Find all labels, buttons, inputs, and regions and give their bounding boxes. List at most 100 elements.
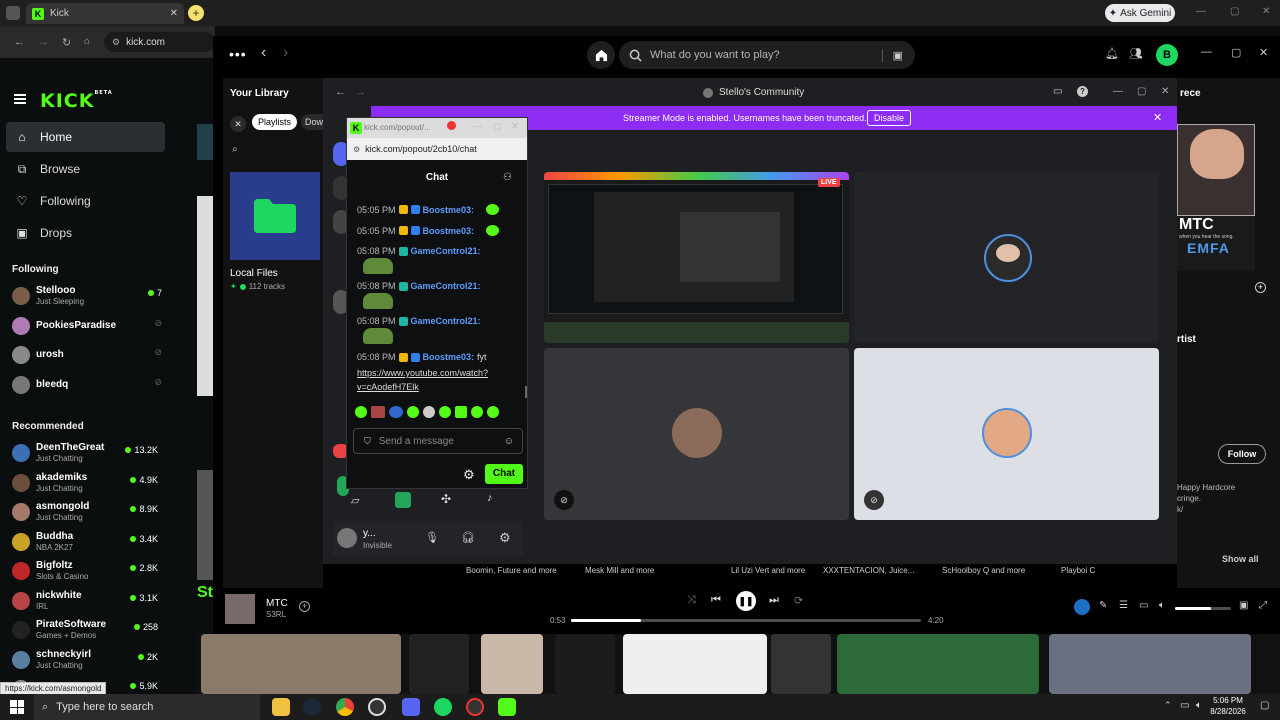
previous-icon[interactable]: ⏮︎ [711, 594, 721, 607]
miniplayer-icon[interactable]: ▣ [1239, 600, 1248, 611]
emote-icon[interactable] [407, 406, 419, 418]
next-icon[interactable]: ⏭︎ [769, 594, 779, 607]
stream-tile[interactable]: LIVE [544, 172, 849, 343]
track-title[interactable]: MTC [266, 598, 288, 609]
chat-message[interactable]: 05:08 PM GameControl21: [357, 246, 484, 256]
self-avatar[interactable] [337, 528, 357, 548]
show-all-link[interactable]: Show all [1222, 554, 1259, 564]
recommended-channel[interactable]: akademiks Just Chatting 4.9K [12, 470, 162, 496]
chat-username[interactable]: Boostme03: [423, 226, 475, 236]
window-maximize-icon[interactable]: ▢ [1230, 6, 1239, 17]
chat-username[interactable]: GameControl21: [411, 316, 481, 326]
recommended-channel[interactable]: Buddha NBA 2K27 3.4K [12, 529, 162, 555]
help-icon[interactable]: ? [1077, 86, 1088, 97]
pause-button[interactable]: ❚❚ [736, 591, 756, 611]
browser-menu-icon[interactable] [6, 6, 20, 20]
notification-icon[interactable]: ▢ [1260, 700, 1269, 711]
album-art[interactable] [225, 594, 255, 624]
activity-icon[interactable] [395, 492, 411, 508]
library-title[interactable]: Your Library [230, 88, 289, 99]
fullscreen-icon[interactable]: ⤢ [1259, 600, 1267, 611]
participant-tile[interactable]: ⊘ [854, 348, 1159, 520]
windows-start-icon[interactable] [10, 700, 24, 714]
recommended-channel[interactable]: PirateSoftware Games + Demos 258 [12, 617, 162, 643]
dc-forward-icon[interactable]: → [355, 86, 366, 98]
chat-settings-icon[interactable]: ⚙ [463, 467, 475, 483]
nav-back-icon[interactable]: ‹ [261, 44, 266, 62]
chat-message[interactable]: 05:08 PM GameControl21: [357, 316, 484, 326]
dc-back-icon[interactable]: ← [335, 86, 346, 98]
back-icon[interactable]: ← [14, 36, 25, 48]
self-name[interactable]: y... [363, 528, 376, 539]
emote-icon[interactable] [389, 406, 403, 418]
chat-username[interactable]: Boostme03: [423, 205, 475, 215]
recommended-channel[interactable]: DeenTheGreat Just Chatting 13.2K [12, 440, 162, 466]
chat-username[interactable]: Boostme03: [423, 352, 475, 362]
artist-mix-label[interactable]: Lil Uzi Vert and more [731, 566, 805, 575]
following-channel[interactable]: PookiesParadise ⊘ [12, 313, 162, 339]
send-chat-button[interactable]: Chat [485, 464, 523, 484]
stream-thumbnail[interactable] [837, 634, 1039, 694]
friend-activity-icon[interactable]: 👥︎ [1129, 47, 1143, 60]
following-channel[interactable]: Stellooo Just Sleeping 7 [12, 283, 162, 309]
repeat-icon[interactable]: ⟳ [794, 594, 803, 607]
reload-icon[interactable]: ↻ [62, 36, 71, 49]
stream-thumbnail[interactable] [1049, 634, 1251, 694]
follow-button[interactable]: Follow [1218, 444, 1266, 464]
window-minimize-icon[interactable]: — [1196, 6, 1206, 17]
clock-date[interactable]: 8/28/2026 [1204, 707, 1252, 716]
stream-thumbnail[interactable] [201, 634, 401, 694]
chat-username[interactable]: GameControl21: [411, 281, 481, 291]
spotify-home-button[interactable] [587, 41, 615, 69]
mtc-thumbnail[interactable] [1177, 124, 1255, 216]
stream-thumbnail[interactable] [409, 634, 469, 694]
spotify-search[interactable]: What do you want to play? ▣ [619, 41, 915, 69]
forward-icon[interactable]: → [38, 36, 49, 48]
user-avatar[interactable]: B [1156, 44, 1178, 66]
emote-icon[interactable] [371, 406, 385, 418]
network-icon[interactable]: ▭ [1180, 700, 1189, 711]
emote-icon[interactable] [455, 406, 467, 418]
emote-icon[interactable] [355, 406, 367, 418]
file-explorer-icon[interactable] [272, 698, 290, 716]
popup-close-icon[interactable]: ✕ [511, 121, 519, 132]
taskbar-search[interactable]: ⌕ Type here to search [34, 694, 260, 720]
emote-icon[interactable] [471, 406, 483, 418]
address-bar[interactable]: ⚙ kick.com [104, 32, 215, 52]
browser-home-icon[interactable]: ⌂ [84, 36, 90, 47]
shuffle-icon[interactable]: ⤨ [687, 594, 696, 607]
chat-message[interactable]: 05:08 PM Boostme03: fyt [357, 352, 487, 362]
site-info-icon[interactable]: ⚙ [353, 145, 360, 154]
nav-browse[interactable]: ⧉ Browse [6, 154, 165, 184]
kick-app-icon[interactable] [498, 698, 516, 716]
hamburger-icon[interactable] [14, 94, 26, 104]
clock-time[interactable]: 5:06 PM [1208, 696, 1248, 705]
lyrics-icon[interactable]: ✎ [1099, 600, 1107, 611]
artist-mix-label[interactable]: Mesk Mill and more [585, 566, 654, 575]
stream-thumbnail[interactable] [771, 634, 831, 694]
banner-close-icon[interactable]: ✕ [1153, 111, 1162, 124]
chat-input[interactable]: ⛉ Send a message ☺ [353, 428, 523, 454]
following-channel[interactable]: urosh ⊘ [12, 342, 162, 368]
inbox-icon[interactable]: ▭ [1053, 86, 1062, 97]
chat-link[interactable]: https://www.youtube.com/watch? v=cAodefH7… [357, 366, 488, 394]
recommended-channel[interactable]: Bigfoltz Slots & Casino 2.8K [12, 558, 162, 584]
progress-bar[interactable] [571, 619, 921, 622]
site-info-icon[interactable]: ⚙ [112, 37, 120, 48]
emote-icon[interactable] [487, 406, 499, 418]
dc-maximize-icon[interactable]: ▢ [1137, 86, 1146, 97]
artist-mix-label[interactable]: ScHoolboy Q and more [942, 566, 1025, 575]
emote-icon[interactable] [423, 406, 435, 418]
apps-icon[interactable]: ✣ [441, 492, 451, 506]
local-files-cover[interactable] [230, 172, 320, 260]
kick-logo[interactable]: KICKBETA [40, 90, 113, 112]
library-search-icon[interactable]: ⌕ [232, 144, 238, 155]
popup-url-bar[interactable]: ⚙ kick.com/popout/2cb10/chat [347, 138, 527, 160]
ask-gemini-button[interactable]: ✦ Ask Gemini [1105, 4, 1175, 22]
more-options-icon[interactable]: ••• [229, 46, 247, 62]
dc-close-icon[interactable]: ✕ [1161, 86, 1169, 97]
add-to-liked-icon[interactable]: + [299, 601, 310, 612]
now-playing-view-icon[interactable] [1074, 599, 1090, 615]
add-icon[interactable]: + [1255, 282, 1266, 293]
nav-following[interactable]: ♡ Following [6, 186, 165, 216]
